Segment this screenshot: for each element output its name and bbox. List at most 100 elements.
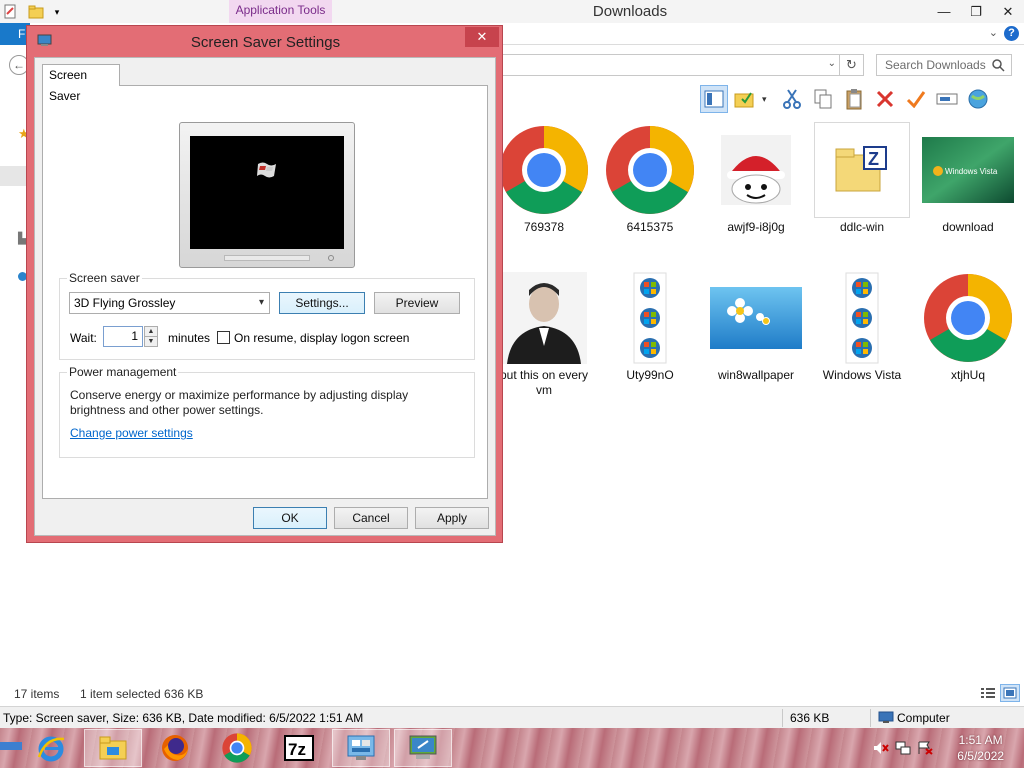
help-icon[interactable]: ? <box>1004 26 1019 41</box>
close-button[interactable]: ✕ <box>992 0 1024 23</box>
file-item[interactable]: win8wallpaper <box>706 270 806 383</box>
file-details: Type: Screen saver, Size: 636 KB, Date m… <box>3 711 364 725</box>
zip-folder-icon: Z <box>814 122 910 218</box>
spin-up-icon[interactable]: ▲ <box>145 327 157 337</box>
search-icon[interactable] <box>991 58 1005 72</box>
file-name: ddlc-win <box>839 220 884 234</box>
file-item-selected[interactable]: Z ddlc-win <box>812 122 912 235</box>
volume-muted-icon[interactable] <box>870 738 892 758</box>
search-box[interactable] <box>876 54 1012 76</box>
folder-dropdown-icon[interactable]: ▾ <box>762 94 772 105</box>
power-description: Conserve energy or maximize performance … <box>70 388 409 417</box>
wait-label: Wait: <box>70 331 97 345</box>
preview-pane-icon[interactable] <box>700 85 728 113</box>
file-item[interactable]: Windows Vista <box>812 270 912 383</box>
preview-screen <box>190 136 344 249</box>
large-icons-view-icon[interactable] <box>1000 684 1020 702</box>
item-count: 17 items <box>14 687 60 701</box>
web-globe-icon[interactable] <box>964 85 992 113</box>
paste-icon[interactable] <box>840 85 868 113</box>
settings-button[interactable]: Settings... <box>279 292 365 314</box>
file-name: put this on every vm <box>499 368 589 397</box>
ribbon-expand-icon[interactable]: ⌄ <box>989 26 998 39</box>
file-item[interactable]: Windows Vista download <box>918 122 1018 235</box>
file-name: Windows Vista <box>822 368 902 382</box>
details-view-icon[interactable] <box>978 684 998 702</box>
clock[interactable]: 1:51 AM 6/5/2022 <box>957 732 1004 764</box>
daisies-wallpaper <box>708 270 804 366</box>
file-item[interactable]: 769378 <box>494 122 594 235</box>
internet-explorer-icon[interactable] <box>22 729 80 767</box>
restore-button[interactable]: ❐ <box>960 0 992 23</box>
svg-text:Z: Z <box>868 149 879 169</box>
qat-dropdown-icon[interactable]: ▾ <box>52 3 62 21</box>
new-folder-icon[interactable] <box>26 3 46 21</box>
address-bar[interactable]: ⌄ <box>500 54 840 76</box>
start-button[interactable] <box>0 742 22 750</box>
file-name: xtjhUq <box>950 368 985 382</box>
delete-icon[interactable] <box>871 85 899 113</box>
chrome-icon <box>602 122 698 218</box>
cancel-button[interactable]: Cancel <box>334 507 408 529</box>
control-panel-icon[interactable] <box>332 729 390 767</box>
spin-down-icon[interactable]: ▼ <box>145 337 157 347</box>
file-item[interactable]: awjf9-i8j0g <box>706 122 806 235</box>
file-item[interactable]: 6415375 <box>600 122 700 235</box>
window-title: Downloads <box>592 3 668 20</box>
svg-text:Windows Vista: Windows Vista <box>945 167 998 176</box>
tab-screen-saver[interactable]: Screen Saver <box>42 64 120 103</box>
windows-flag-icon <box>257 162 276 178</box>
clock-date: 6/5/2022 <box>957 749 1004 763</box>
location-label: Computer <box>897 711 950 725</box>
rename-icon[interactable] <box>933 85 961 113</box>
wait-spinner[interactable]: ▲ ▼ <box>144 326 158 347</box>
network-icon[interactable] <box>892 738 914 758</box>
taskbar: 7z 1:51 AM 6/5/2022 <box>0 728 1024 768</box>
portrait-photo <box>496 270 592 366</box>
screen-saver-dialog-icon[interactable] <box>394 729 452 767</box>
application-tools-tab[interactable]: Application Tools <box>229 0 332 23</box>
command-toolbar: ▾ <box>700 83 1024 115</box>
file-explorer-icon[interactable] <box>84 729 142 767</box>
minimize-button[interactable]: — <box>928 0 960 23</box>
select-check-icon[interactable] <box>902 85 930 113</box>
logon-screen-checkbox[interactable] <box>217 331 230 344</box>
address-dropdown-icon[interactable]: ⌄ <box>828 58 836 69</box>
ok-button[interactable]: OK <box>253 507 327 529</box>
apply-button[interactable]: Apply <box>415 507 489 529</box>
minutes-label: minutes <box>168 331 211 345</box>
dialog-title: Screen Saver Settings <box>190 34 341 51</box>
logon-screen-label[interactable]: On resume, display logon screen <box>234 331 409 345</box>
action-center-flag-icon[interactable] <box>914 738 936 758</box>
system-tray <box>870 738 936 758</box>
group-label: Power management <box>67 365 179 379</box>
screen-saver-select[interactable]: 3D Flying Grossley ▾ <box>69 292 270 314</box>
cut-icon[interactable] <box>778 85 806 113</box>
monitor-preview <box>179 122 355 268</box>
monitor-power-led <box>328 255 334 261</box>
change-power-settings-link[interactable]: Change power settings <box>70 426 193 440</box>
screen-saver-selected: 3D Flying Grossley <box>74 296 176 310</box>
7zip-icon[interactable]: 7z <box>270 729 328 767</box>
windows-orb-icons <box>814 270 910 366</box>
file-item[interactable]: put this on every vm <box>494 270 594 398</box>
file-name: awjf9-i8j0g <box>727 220 785 234</box>
copy-icon[interactable] <box>809 85 837 113</box>
chrome-icon[interactable] <box>208 729 266 767</box>
group-label: Screen saver <box>67 271 142 285</box>
search-input[interactable] <box>877 55 987 75</box>
file-item[interactable]: Uty99nO <box>600 270 700 383</box>
clock-time: 1:51 AM <box>958 733 1003 747</box>
dialog-close-button[interactable]: ✕ <box>465 27 499 47</box>
file-item[interactable]: xtjhUq <box>918 270 1018 383</box>
refresh-icon[interactable]: ↻ <box>840 54 864 76</box>
screen-saver-tab-panel: Screen saver 3D Flying Grossley ▾ Settin… <box>42 85 488 499</box>
firefox-icon[interactable] <box>146 729 204 767</box>
wait-minutes-input[interactable]: 1 <box>103 326 143 347</box>
properties-icon[interactable] <box>0 3 20 21</box>
move-to-folder-icon[interactable] <box>731 85 759 113</box>
computer-icon <box>878 711 894 727</box>
preview-button[interactable]: Preview <box>374 292 460 314</box>
santa-ghost-image <box>708 122 804 218</box>
windows-vista-wallpaper: Windows Vista <box>920 122 1016 218</box>
